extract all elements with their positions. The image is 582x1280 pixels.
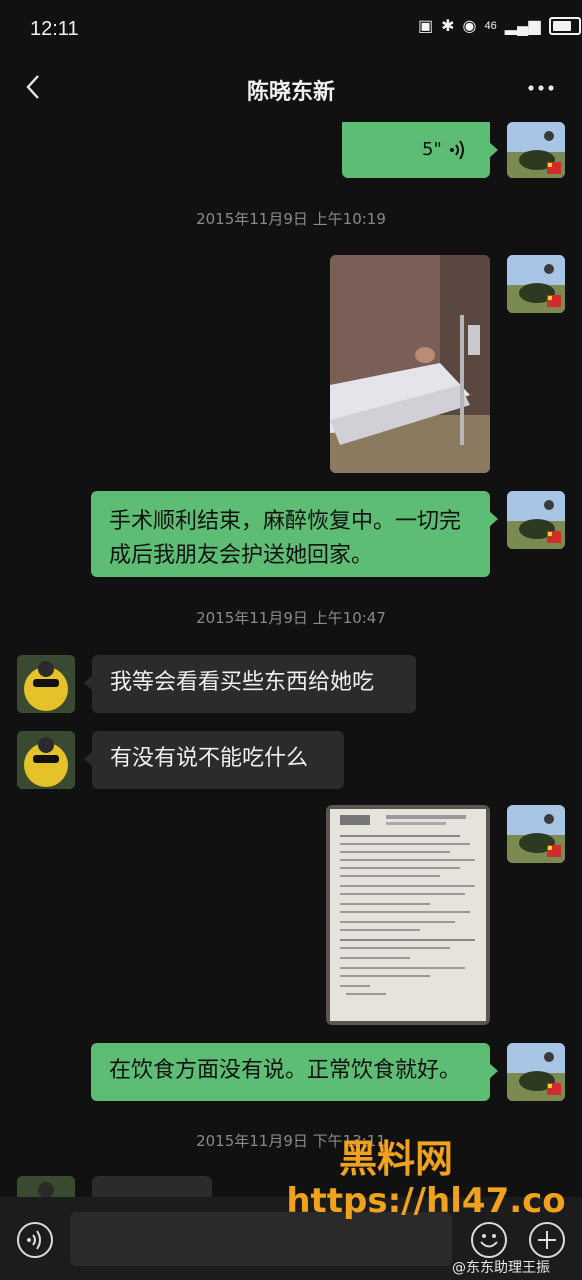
watermark: 黑料网 https://hl47.co: [276, 1138, 576, 1222]
emoji-icon[interactable]: [471, 1222, 507, 1258]
network-label: 46: [484, 20, 497, 32]
avatar-contact-image: [17, 731, 75, 789]
chat-title: 陈晓东新: [246, 80, 335, 105]
watermark-line1: 黑料网: [338, 1137, 453, 1181]
status-time: 12:11: [30, 18, 79, 40]
avatar-contact-image: [17, 655, 75, 713]
timestamp: 2015年11月9日 上午10:19: [196, 210, 386, 228]
avatar-contact-image: [17, 1176, 75, 1197]
message-text: 有没有说不能吃什么: [110, 746, 309, 771]
voice-message-bubble[interactable]: 5": [342, 122, 498, 178]
credit-text: @东东助理王振: [452, 1260, 550, 1276]
voice-duration: 5": [422, 139, 442, 160]
status-icons: ▣ ✱ ◉ 46 ▂▄▆: [418, 16, 581, 36]
avatar-me[interactable]: [507, 805, 565, 863]
message-bubble-received[interactable]: 有没有说不能吃什么: [84, 731, 344, 789]
voice-input-icon[interactable]: [17, 1222, 53, 1258]
avatar-me[interactable]: [507, 491, 565, 549]
image-message-hospital[interactable]: [330, 255, 490, 473]
avatar-me-image: [507, 1043, 565, 1101]
message-text: 手术顺利结束，麻醉恢复中。一切完成后我朋友会护送她回家。: [109, 509, 462, 568]
avatar-me-image: [507, 805, 565, 863]
image-message-document[interactable]: [326, 805, 490, 1025]
more-options-icon[interactable]: [526, 76, 556, 100]
avatar-me[interactable]: [507, 122, 565, 178]
avatar-me-image: [507, 491, 565, 549]
avatar-me[interactable]: [507, 255, 565, 313]
watermark-line2: https://hl47.co: [286, 1181, 566, 1221]
message-bubble-sent[interactable]: 手术顺利结束，麻醉恢复中。一切完成后我朋友会护送她回家。: [91, 491, 498, 577]
avatar-me[interactable]: [507, 1043, 565, 1101]
nfc-icon: ▣: [418, 18, 434, 35]
document-photo: [326, 805, 490, 1025]
avatar-me-image: [507, 122, 565, 178]
message-text: 我等会看看买些东西给她吃: [110, 670, 375, 695]
add-more-icon[interactable]: [529, 1222, 565, 1258]
signal-icon: ▂▄▆: [504, 18, 541, 35]
message-bubble-received[interactable]: [92, 1176, 212, 1197]
hospital-photo: [330, 255, 490, 473]
avatar-contact[interactable]: [17, 1176, 75, 1197]
avatar-me-image: [507, 255, 565, 313]
message-bubble-sent[interactable]: 在饮食方面没有说。正常饮食就好。: [91, 1043, 498, 1101]
battery-icon: [548, 17, 581, 35]
message-text: 在饮食方面没有说。正常饮食就好。: [109, 1058, 462, 1083]
message-bubble-received[interactable]: 我等会看看买些东西给她吃: [84, 655, 416, 713]
timestamp: 2015年11月9日 上午10:47: [196, 609, 386, 627]
voice-wave-icon: [450, 140, 464, 160]
avatar-contact[interactable]: [17, 731, 75, 789]
avatar-contact[interactable]: [17, 655, 75, 713]
hotspot-icon: ◉: [462, 18, 477, 35]
bluetooth-icon: ✱: [441, 18, 455, 35]
